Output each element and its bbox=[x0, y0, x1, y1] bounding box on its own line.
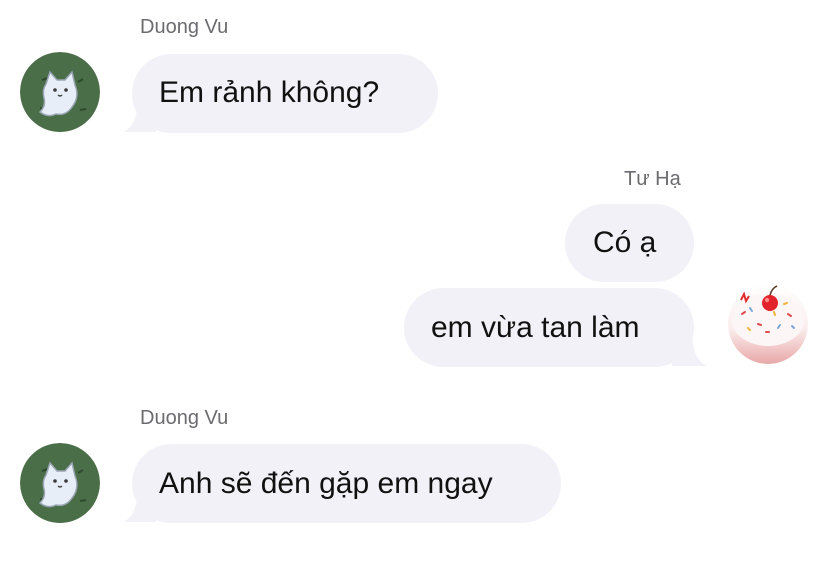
message-bubble[interactable]: em vừa tan làm bbox=[404, 288, 694, 367]
message-bubble[interactable]: Có ạ bbox=[565, 204, 694, 282]
message-text: Em rảnh không? bbox=[159, 76, 380, 109]
cat-ghost-avatar-icon bbox=[20, 52, 100, 132]
sender-name: Tư Hạ bbox=[624, 168, 681, 190]
donut-avatar-icon bbox=[728, 284, 808, 364]
contact-avatar[interactable] bbox=[20, 52, 100, 132]
message-text: Có ạ bbox=[593, 226, 657, 259]
sender-name: Duong Vu bbox=[140, 16, 229, 38]
user-avatar[interactable] bbox=[728, 284, 808, 364]
message-text: Anh sẽ đến gặp em ngay bbox=[159, 467, 493, 500]
cat-ghost-avatar-icon bbox=[20, 443, 100, 523]
message-bubble[interactable]: Em rảnh không? bbox=[132, 54, 438, 133]
sender-name: Duong Vu bbox=[140, 407, 229, 429]
message-text: em vừa tan làm bbox=[431, 311, 640, 344]
message-bubble[interactable]: Anh sẽ đến gặp em ngay bbox=[132, 444, 561, 523]
contact-avatar[interactable] bbox=[20, 443, 100, 523]
